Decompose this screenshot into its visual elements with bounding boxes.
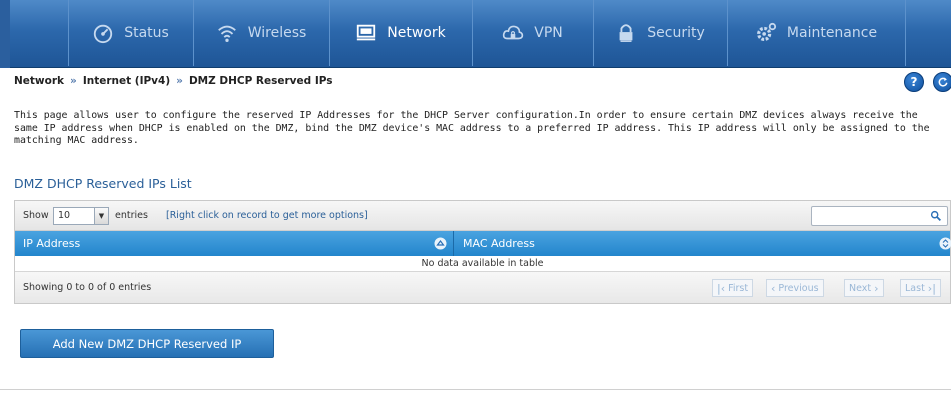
nav-item-label: Status [124, 25, 169, 41]
pager-previous-button[interactable]: ‹ Previous [766, 279, 824, 297]
refresh-icon [938, 77, 948, 87]
pager-last-button[interactable]: Last ›| [900, 279, 941, 297]
add-dmz-dhcp-reserved-ip-button[interactable]: Add New DMZ DHCP Reserved IP [20, 329, 274, 358]
sort-ascending-icon [434, 237, 447, 250]
top-navigation: Status Wireless Network VPN Security Mai… [0, 0, 951, 68]
nav-item-label: Wireless [247, 25, 307, 41]
help-button[interactable]: ? [904, 72, 924, 92]
nav-item-label: VPN [534, 25, 563, 41]
monitor-icon [355, 22, 377, 44]
padlock-icon [615, 22, 637, 44]
chevron-left-icon: ‹ [771, 281, 776, 295]
right-click-hint: [Right click on record to get more optio… [166, 210, 368, 221]
breadcrumb-item-network[interactable]: Network [14, 75, 64, 87]
column-header-label: IP Address [23, 237, 81, 250]
pager-first-label: First [728, 282, 749, 294]
pager-next-label: Next [849, 282, 872, 294]
nav-left-cap [0, 0, 10, 68]
breadcrumb-separator: » [176, 75, 183, 87]
bottom-divider [0, 389, 951, 390]
chevron-right-icon: › [874, 281, 879, 295]
nav-item-wireless[interactable]: Wireless [193, 0, 328, 66]
nav-item-status[interactable]: Status [68, 0, 192, 66]
pager-previous-label: Previous [778, 282, 819, 294]
pager-next-button[interactable]: Next › [844, 279, 884, 297]
table-footer: Showing 0 to 0 of 0 entries |‹ First ‹ P… [15, 272, 950, 303]
pager-last-label: Last [905, 282, 925, 294]
page-size-value: 10 [58, 210, 71, 221]
nav-item-maintenance[interactable]: Maintenance [727, 0, 904, 66]
section-title: DMZ DHCP Reserved IPs List [14, 176, 192, 191]
nav-item-label: Security [647, 25, 705, 41]
nav-item-label: Network [387, 25, 446, 41]
table-info: Showing 0 to 0 of 0 entries [23, 282, 152, 293]
table-toolbar: Show 10 ▼ entries [Right click on record… [15, 201, 950, 231]
nav-item-network[interactable]: Network [329, 0, 471, 66]
refresh-button[interactable] [933, 72, 951, 92]
breadcrumb: Network » Internet (IPv4) » DMZ DHCP Res… [14, 73, 333, 89]
breadcrumb-item-current: DMZ DHCP Reserved IPs [188, 75, 333, 87]
pager-first-button[interactable]: |‹ First [712, 279, 754, 297]
chevron-down-icon: ▼ [94, 208, 108, 224]
entries-label: entries [115, 210, 148, 221]
first-page-icon: |‹ [717, 281, 726, 295]
page-description: This page allows user to configure the r… [14, 110, 930, 146]
search-input[interactable] [811, 206, 948, 226]
wifi-icon [216, 22, 238, 44]
show-label: Show [23, 210, 49, 221]
column-header-mac-address[interactable]: MAC Address [455, 231, 951, 256]
gears-icon [755, 22, 777, 44]
nav-item-vpn[interactable]: VPN [472, 0, 592, 66]
column-header-ip-address[interactable]: IP Address [15, 231, 454, 256]
search-icon [930, 210, 941, 221]
nav-item-label: Maintenance [786, 25, 878, 41]
last-page-icon: ›| [927, 281, 936, 295]
breadcrumb-separator: » [70, 75, 77, 87]
sort-both-icon [939, 237, 951, 250]
table-empty-row: No data available in table [15, 256, 950, 272]
page-size-select[interactable]: 10 ▼ [53, 207, 109, 225]
nav-item-security[interactable]: Security [593, 0, 726, 66]
table-header: IP Address MAC Address [15, 231, 951, 256]
nav-right-cap [905, 0, 951, 66]
breadcrumb-item-internet[interactable]: Internet (IPv4) [83, 75, 170, 87]
dashboard-gauge-icon [92, 22, 114, 44]
cloud-lock-icon [502, 22, 524, 44]
reserved-ips-table-panel: Show 10 ▼ entries [Right click on record… [14, 200, 951, 304]
column-header-label: MAC Address [463, 237, 535, 250]
